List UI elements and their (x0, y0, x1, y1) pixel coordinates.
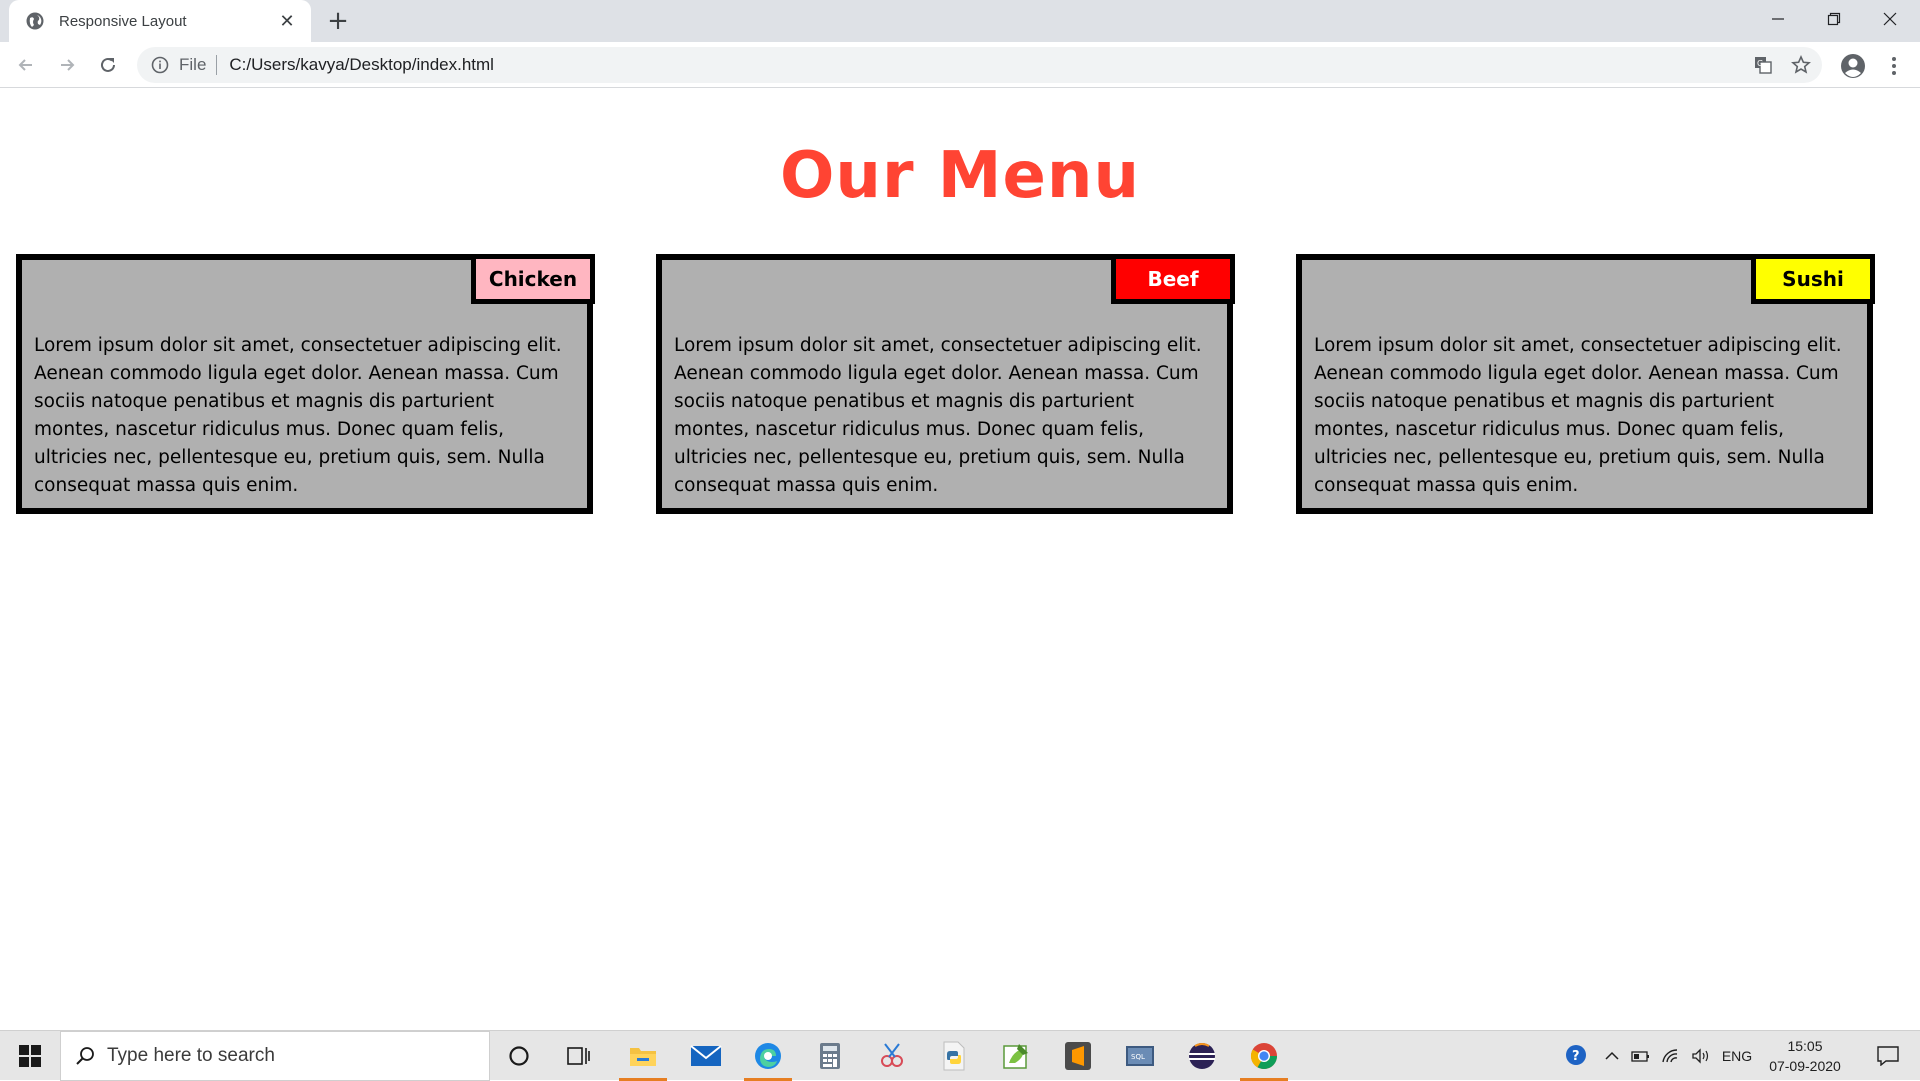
search-icon (76, 1047, 94, 1065)
notepad-plus-plus-icon[interactable] (990, 1036, 1042, 1076)
globe-icon (26, 12, 44, 30)
cortana-icon[interactable] (493, 1036, 545, 1076)
windows-taskbar: Type here to search SQL ? ENG 15:05 07-0… (0, 1030, 1920, 1081)
minimize-window-icon[interactable] (1750, 0, 1806, 38)
card-text: Lorem ipsum dolor sit amet, consectetuer… (674, 335, 1202, 496)
menu-card-sushi: Sushi Lorem ipsum dolor sit amet, consec… (1296, 254, 1875, 514)
close-window-icon[interactable] (1862, 0, 1918, 38)
card-badge-chicken: Chicken (471, 254, 595, 304)
translate-icon[interactable]: G (1748, 47, 1778, 83)
restore-window-icon[interactable] (1806, 0, 1862, 38)
card-text: Lorem ipsum dolor sit amet, consectetuer… (1314, 335, 1842, 496)
menu-card-beef: Beef Lorem ipsum dolor sit amet, consect… (656, 254, 1235, 514)
card-badge-sushi: Sushi (1751, 254, 1875, 304)
bookmark-star-icon[interactable] (1786, 47, 1816, 83)
notification-center-icon[interactable] (1864, 1031, 1912, 1081)
web-page: Our Menu Chicken Lorem ipsum dolor sit a… (0, 89, 1920, 1029)
browser-tab-strip: Responsive Layout ✕ + (0, 0, 1920, 42)
card-text: Lorem ipsum dolor sit amet, consectetuer… (34, 335, 562, 496)
battery-icon[interactable] (1628, 1031, 1654, 1081)
tab-close-icon[interactable]: ✕ (277, 11, 297, 32)
search-placeholder: Type here to search (107, 1045, 275, 1066)
task-view-icon[interactable] (553, 1036, 605, 1076)
reload-icon[interactable] (94, 51, 122, 79)
windows-start-icon[interactable] (0, 1031, 60, 1081)
url-text[interactable]: C:/Users/kavya/Desktop/index.html (229, 55, 494, 75)
svg-text:?: ? (1572, 1049, 1580, 1064)
chevron-up-icon[interactable] (1600, 1031, 1624, 1081)
wifi-icon[interactable] (1658, 1031, 1684, 1081)
new-tab-button[interactable]: + (323, 6, 353, 36)
clock-time: 15:05 (1787, 1038, 1823, 1054)
menu-card-chicken: Chicken Lorem ipsum dolor sit amet, cons… (16, 254, 595, 514)
eclipse-icon[interactable] (1176, 1036, 1228, 1076)
forward-arrow-icon[interactable] (53, 51, 81, 79)
taskbar-search-input[interactable]: Type here to search (60, 1031, 490, 1081)
calculator-icon[interactable] (804, 1036, 856, 1076)
url-scheme-label: File (179, 55, 207, 74)
system-clock[interactable]: 15:05 07-09-2020 (1760, 1036, 1850, 1076)
python-icon[interactable] (928, 1036, 980, 1076)
url-separator (216, 55, 218, 75)
chrome-icon[interactable] (1238, 1036, 1290, 1081)
site-info-icon[interactable] (151, 56, 169, 74)
address-bar[interactable]: File C:/Users/kavya/Desktop/index.html G (137, 47, 1822, 83)
help-icon[interactable]: ? (1560, 1031, 1594, 1081)
back-arrow-icon[interactable] (12, 51, 40, 79)
mail-icon[interactable] (680, 1036, 732, 1076)
snip-sketch-icon[interactable] (866, 1036, 918, 1076)
browser-menu-icon[interactable] (1879, 51, 1909, 81)
card-badge-beef: Beef (1111, 254, 1235, 304)
browser-tab[interactable]: Responsive Layout ✕ (9, 0, 311, 42)
sql-developer-icon[interactable]: SQL (1114, 1036, 1166, 1076)
page-title: Our Menu (779, 139, 1141, 213)
tab-title: Responsive Layout (59, 12, 187, 30)
svg-text:SQL: SQL (1131, 1053, 1145, 1061)
profile-avatar-icon[interactable] (1838, 51, 1868, 81)
browser-toolbar: File C:/Users/kavya/Desktop/index.html G (0, 42, 1920, 88)
sublime-text-icon[interactable] (1052, 1036, 1104, 1076)
file-explorer-icon[interactable] (617, 1036, 669, 1081)
svg-text:G: G (1757, 59, 1763, 68)
language-indicator[interactable]: ENG (1718, 1031, 1756, 1081)
edge-icon[interactable] (742, 1036, 794, 1081)
volume-icon[interactable] (1688, 1031, 1714, 1081)
clock-date: 07-09-2020 (1769, 1058, 1841, 1074)
